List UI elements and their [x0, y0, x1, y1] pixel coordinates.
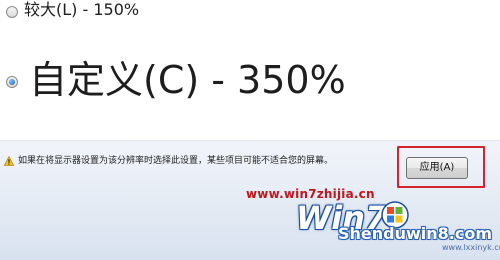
dpi-options-pane: 较大(L) - 150% 自定义(C) - 350%: [0, 0, 500, 140]
warning-icon: [4, 156, 14, 166]
watermark-small-url: www.lxxinyk.com: [442, 243, 500, 252]
radio-selected-dot: [9, 79, 15, 85]
warning-text: 如果在将显示器设置为该分辨率时选择此设置，某些项目可能不适合您的屏幕。: [18, 156, 334, 166]
option-custom-label[interactable]: 自定义(C) - 350%: [29, 58, 346, 102]
watermark-site: Shenduwin8.com: [338, 224, 493, 243]
option-custom-radio[interactable]: [6, 76, 18, 88]
option-larger-label[interactable]: 较大(L) - 150%: [24, 0, 139, 20]
option-larger-radio[interactable]: [6, 6, 18, 18]
apply-button[interactable]: 应用(A): [406, 157, 468, 179]
